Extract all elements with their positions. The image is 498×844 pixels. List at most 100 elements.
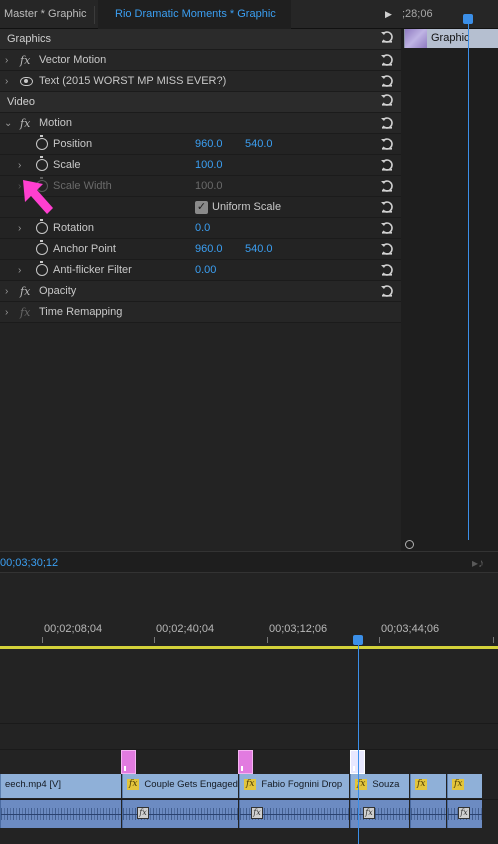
effect-row-text-layer[interactable]: › Text (2015 WORST MP MISS EVER?) xyxy=(0,71,401,92)
anchor-x-value[interactable]: 960.0 xyxy=(195,239,223,260)
chevron-right-icon[interactable]: › xyxy=(18,155,21,176)
graphics-section-header: Graphics xyxy=(0,29,401,50)
property-row-scale-width: › Scale Width 100.0 xyxy=(0,176,401,197)
audio-clip[interactable]: fx xyxy=(122,800,238,828)
fx-badge-icon: fx xyxy=(355,779,368,790)
property-label: Position xyxy=(53,138,93,150)
playhead[interactable] xyxy=(353,635,363,645)
property-row-anchor-point: Anchor Point 960.0 540.0 xyxy=(0,239,401,260)
effect-label: Opacity xyxy=(39,285,77,297)
fx-icon[interactable]: fx xyxy=(20,281,30,302)
reset-icon[interactable] xyxy=(380,53,394,67)
ec-mini-timeline[interactable]: ;28;06 Graphic xyxy=(402,0,498,551)
effect-controls-panel: Graphics › fx Vector Motion › Text (2015… xyxy=(0,0,401,551)
reset-icon[interactable] xyxy=(380,158,394,172)
zoom-scroll-handle[interactable] xyxy=(405,540,414,549)
effect-label: Text (2015 WORST MP MISS EVER?) xyxy=(39,75,227,87)
property-row-anti-flicker: › Anti-flicker Filter 0.00 xyxy=(0,260,401,281)
waveform-baseline xyxy=(1,814,121,815)
reset-icon[interactable] xyxy=(380,200,394,214)
current-timecode[interactable]: 00;03;30;12 xyxy=(0,552,58,574)
stopwatch-icon[interactable] xyxy=(36,156,48,171)
tab-rio-dramatic-moments[interactable]: Rio Dramatic Moments * Graphic xyxy=(98,0,291,29)
fx-icon: fx xyxy=(20,306,31,319)
stopwatch-icon[interactable] xyxy=(36,261,48,276)
ruler-tick-label: 00;03;12;06 xyxy=(269,623,328,635)
reset-icon[interactable] xyxy=(380,93,394,107)
fx-badge-icon: fx xyxy=(137,807,149,819)
property-label: Anti-flicker Filter xyxy=(53,264,132,276)
reset-icon[interactable] xyxy=(380,263,394,277)
audio-clip[interactable]: fx xyxy=(447,800,482,828)
reset-icon[interactable] xyxy=(380,137,394,151)
uniform-scale-label: Uniform Scale xyxy=(212,201,282,213)
position-x-value[interactable]: 960.0 xyxy=(195,134,223,155)
stopwatch-icon[interactable] xyxy=(36,135,48,150)
video-clip[interactable]: fx xyxy=(447,774,482,798)
reset-icon[interactable] xyxy=(380,179,394,193)
reset-icon[interactable] xyxy=(380,30,394,44)
reset-icon[interactable] xyxy=(380,284,394,298)
ruler-tick xyxy=(154,637,155,643)
scale-value[interactable]: 100.0 xyxy=(195,155,223,176)
audio-clip[interactable] xyxy=(410,800,446,828)
graphics-section-label: Graphics xyxy=(7,33,52,45)
audio-scrub-icon[interactable]: ▸♪ xyxy=(472,552,484,574)
graphic-clip[interactable] xyxy=(121,750,136,774)
anti-flicker-value[interactable]: 0.00 xyxy=(195,260,216,281)
clip-label: Souza xyxy=(372,779,400,790)
clip-label: Fabio Fognini Drop xyxy=(261,779,343,790)
property-label: Scale xyxy=(53,159,81,171)
reset-icon[interactable] xyxy=(380,116,394,130)
ruler-tick xyxy=(493,637,494,643)
work-area-bar[interactable] xyxy=(0,646,498,649)
reset-icon[interactable] xyxy=(380,221,394,235)
chevron-down-icon[interactable]: ⌄ xyxy=(4,113,12,134)
chevron-right-icon[interactable]: › xyxy=(5,281,8,302)
chevron-right-icon[interactable]: › xyxy=(5,50,8,71)
chevron-right-icon[interactable]: › xyxy=(5,302,8,323)
effect-label: Vector Motion xyxy=(39,54,107,66)
video-clip[interactable]: fx xyxy=(410,774,446,798)
effect-row-motion[interactable]: ⌄ fx Motion xyxy=(0,113,401,134)
mini-graphic-clip[interactable]: Graphic xyxy=(404,29,498,48)
fx-icon[interactable]: fx xyxy=(20,50,30,71)
play-triangle-icon[interactable]: ▶ xyxy=(385,0,392,29)
audio-clip[interactable] xyxy=(0,800,121,828)
waveform-baseline xyxy=(351,814,409,815)
sequence-timeline[interactable]: 00;02;08;04 00;02;40;04 00;03;12;06 00;0… xyxy=(0,573,498,844)
audio-clip[interactable]: fx xyxy=(239,800,349,828)
property-row-uniform-scale: ✓ Uniform Scale xyxy=(0,197,401,218)
fx-badge-icon: fx xyxy=(251,807,263,819)
stopwatch-icon[interactable] xyxy=(36,240,48,255)
effect-row-time-remapping[interactable]: › fx Time Remapping xyxy=(0,302,401,323)
chevron-right-icon[interactable]: › xyxy=(5,71,8,92)
mini-timeline-ruler[interactable]: ;28;06 xyxy=(402,0,498,29)
stopwatch-icon[interactable] xyxy=(36,219,48,234)
pointer-arrow-icon xyxy=(23,180,53,214)
ruler-tick-label: 00;02;08;04 xyxy=(44,623,103,635)
reset-icon[interactable] xyxy=(380,74,394,88)
fx-badge-icon: fx xyxy=(244,779,257,790)
video-clip[interactable]: eech.mp4 [V] xyxy=(0,774,121,798)
chevron-right-icon[interactable]: › xyxy=(18,260,21,281)
ruler-tick xyxy=(379,637,380,643)
fx-icon[interactable]: fx xyxy=(20,113,30,134)
tab-master-graphic[interactable]: Master * Graphic xyxy=(4,0,87,29)
effect-row-vector-motion[interactable]: › fx Vector Motion xyxy=(0,50,401,71)
property-row-scale: › Scale 100.0 xyxy=(0,155,401,176)
graphic-clip[interactable] xyxy=(238,750,253,774)
timeline-ruler[interactable]: 00;02;08;04 00;02;40;04 00;03;12;06 00;0… xyxy=(0,619,498,645)
chevron-right-icon[interactable]: › xyxy=(18,218,21,239)
position-y-value[interactable]: 540.0 xyxy=(245,134,273,155)
ruler-tick-label: 00;03;44;06 xyxy=(381,623,440,635)
video-clip[interactable]: fx Couple Gets Engaged xyxy=(122,774,238,798)
rotation-value[interactable]: 0.0 xyxy=(195,218,210,239)
video-section-header: Video xyxy=(0,92,401,113)
reset-icon[interactable] xyxy=(380,242,394,256)
video-clip[interactable]: fx Fabio Fognini Drop xyxy=(239,774,349,798)
uniform-scale-checkbox[interactable]: ✓ xyxy=(195,201,208,214)
anchor-y-value[interactable]: 540.0 xyxy=(245,239,273,260)
eye-icon[interactable] xyxy=(20,77,33,86)
effect-row-opacity[interactable]: › fx Opacity xyxy=(0,281,401,302)
